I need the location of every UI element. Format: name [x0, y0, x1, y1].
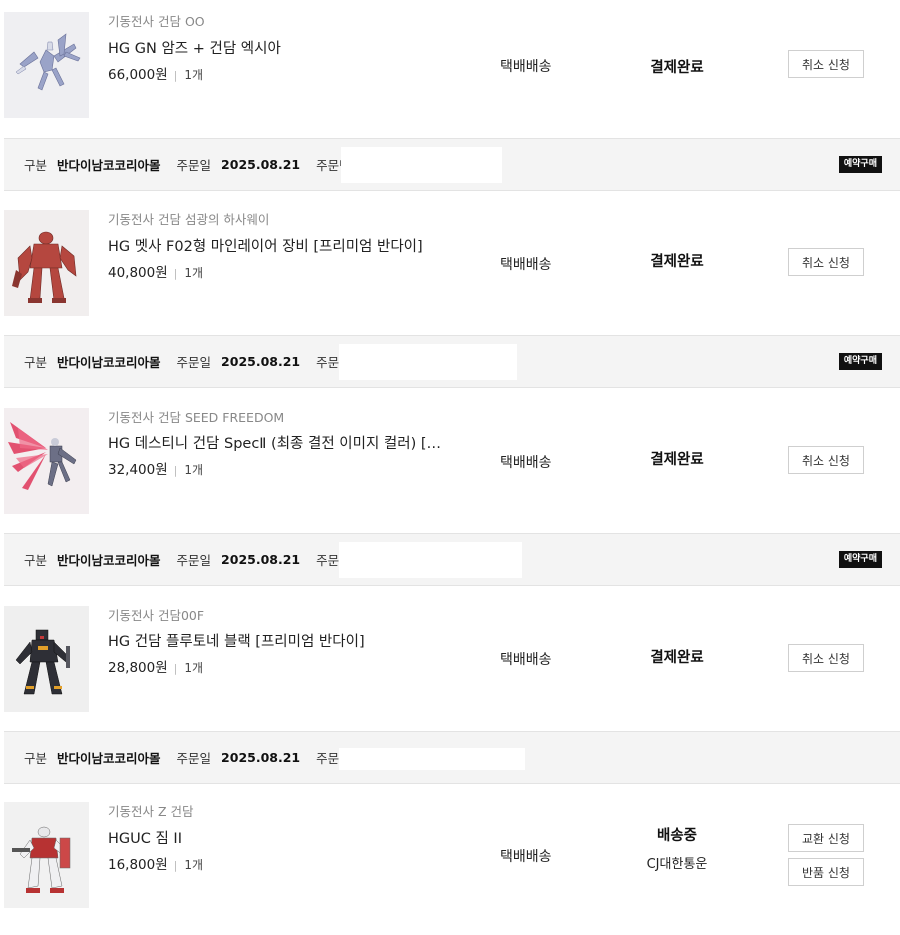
- order-info-row: 구분 반다이남코코리아몰 주문일 2025.08.21 주문번호: [24, 336, 372, 387]
- product-quantity: 1개: [184, 266, 204, 280]
- order-header: 구분 반다이남코코리아몰 주문일 2025.08.21 주문번호: [4, 731, 900, 784]
- product-quantity: 1개: [184, 661, 204, 675]
- shipping-method: 택배배송: [500, 257, 552, 273]
- order-number-redacted: [341, 147, 502, 183]
- reserve-purchase-badge: 예약구매: [838, 551, 882, 568]
- gundam-exia-thumb-icon[interactable]: [4, 12, 89, 118]
- order-number-redacted: [339, 748, 525, 770]
- product-price: 28,800원: [108, 660, 168, 676]
- division-value: 반다이남코코리아몰: [57, 751, 161, 766]
- order-date-value: 2025.08.21: [221, 552, 301, 567]
- product-price-line: 32,400원 | 1개: [108, 458, 203, 478]
- courier-name: CJ대한통운: [646, 857, 708, 872]
- order-info-row: 구분 반다이남코코리아몰 주문일 2025.08.21 주문번호: [24, 534, 372, 585]
- reserve-purchase-badge: 예약구매: [838, 156, 882, 173]
- cancel-request-button[interactable]: 취소 신청: [788, 248, 864, 276]
- plutone-black-thumb-icon[interactable]: [4, 606, 89, 712]
- product-price-line: 28,800원 | 1개: [108, 656, 203, 676]
- order-date-value: 2025.08.21: [221, 750, 301, 765]
- product-name[interactable]: HG 건담 플루토네 블랙 [프리미엄 반다이]: [108, 630, 365, 651]
- order-date-label: 주문일: [176, 553, 212, 568]
- exchange-request-button[interactable]: 교환 신청: [788, 824, 864, 852]
- order-status: 결제완료: [650, 650, 704, 666]
- price-separator: |: [173, 464, 178, 477]
- order-info-row: 구분 반다이남코코리아몰 주문일 2025.08.21 주문번호: [24, 732, 372, 783]
- destiny-specii-thumb-icon[interactable]: [4, 408, 89, 514]
- product-name[interactable]: HGUC 짐 II: [108, 827, 182, 848]
- product-price: 16,800원: [108, 857, 168, 873]
- product-quantity: 1개: [184, 463, 204, 477]
- division-label: 구분: [24, 553, 48, 568]
- cancel-request-button[interactable]: 취소 신청: [788, 644, 864, 672]
- product-price: 32,400원: [108, 462, 168, 478]
- order-item: 기동전사 건담 섬광의 하사웨이 HG 멧사 F02형 마인레이어 장비 [프리…: [0, 198, 900, 343]
- product-price-line: 16,800원 | 1개: [108, 853, 203, 873]
- product-name[interactable]: HG 데스티니 건담 SpecⅡ (최종 결전 이미지 컬러) […: [108, 432, 441, 453]
- order-item: 기동전사 Z 건담 HGUC 짐 II 16,800원 | 1개 택배배송 배송중 …: [0, 790, 900, 935]
- product-price-line: 66,000원 | 1개: [108, 63, 203, 83]
- price-separator: |: [173, 662, 178, 675]
- order-item: 기동전사 건담 OO HG GN 암즈 + 건담 엑시아 66,000원 | 1개 …: [0, 0, 900, 145]
- price-separator: |: [173, 69, 178, 82]
- division-value: 반다이남코코리아몰: [57, 355, 161, 370]
- gm-ii-thumb-icon[interactable]: [4, 802, 89, 908]
- order-date-label: 주문일: [176, 355, 212, 370]
- reserve-purchase-badge: 예약구매: [838, 353, 882, 370]
- division-value: 반다이남코코리아몰: [57, 158, 161, 173]
- product-quantity: 1개: [184, 68, 204, 82]
- messer-f02-thumb-icon[interactable]: [4, 210, 89, 316]
- order-number-redacted: [339, 542, 522, 578]
- order-status: 결제완료: [650, 452, 704, 468]
- return-request-button[interactable]: 반품 신청: [788, 858, 864, 886]
- order-date-value: 2025.08.21: [221, 157, 301, 172]
- product-price-line: 40,800원 | 1개: [108, 261, 203, 281]
- order-item: 기동전사 건담00F HG 건담 플루토네 블랙 [프리미엄 반다이] 28,8…: [0, 594, 900, 739]
- division-label: 구분: [24, 355, 48, 370]
- product-price: 66,000원: [108, 67, 168, 83]
- order-date-value: 2025.08.21: [221, 354, 301, 369]
- order-info-row: 구분 반다이남코코리아몰 주문일 2025.08.21 주문번호: [24, 139, 372, 190]
- order-status: 결제완료: [650, 254, 704, 270]
- division-label: 구분: [24, 158, 48, 173]
- product-series: 기동전사 Z 건담: [108, 804, 194, 819]
- division-value: 반다이남코코리아몰: [57, 553, 161, 568]
- order-item: 기동전사 건담 SEED FREEDOM HG 데스티니 건담 SpecⅡ (최…: [0, 396, 900, 541]
- order-header: 구분 반다이남코코리아몰 주문일 2025.08.21 주문번호 예약구매: [4, 335, 900, 388]
- product-name[interactable]: HG 멧사 F02형 마인레이어 장비 [프리미엄 반다이]: [108, 235, 423, 256]
- order-header: 구분 반다이남코코리아몰 주문일 2025.08.21 주문번호 예약구매: [4, 533, 900, 586]
- product-series: 기동전사 건담 OO: [108, 14, 205, 29]
- cancel-request-button[interactable]: 취소 신청: [788, 50, 864, 78]
- product-series: 기동전사 건담 섬광의 하사웨이: [108, 212, 270, 227]
- shipping-method: 택배배송: [500, 59, 552, 75]
- product-name[interactable]: HG GN 암즈 + 건담 엑시아: [108, 37, 281, 58]
- product-price: 40,800원: [108, 265, 168, 281]
- price-separator: |: [173, 859, 178, 872]
- order-status: 배송중: [656, 828, 698, 844]
- order-date-label: 주문일: [176, 751, 212, 766]
- shipping-method: 택배배송: [500, 455, 552, 471]
- order-date-label: 주문일: [176, 158, 212, 173]
- division-label: 구분: [24, 751, 48, 766]
- shipping-method: 택배배송: [500, 652, 552, 668]
- product-series: 기동전사 건담00F: [108, 608, 205, 623]
- cancel-request-button[interactable]: 취소 신청: [788, 446, 864, 474]
- order-status: 결제완료: [650, 60, 704, 76]
- shipping-method: 택배배송: [500, 849, 552, 865]
- order-number-redacted: [339, 344, 517, 380]
- product-quantity: 1개: [184, 858, 204, 872]
- price-separator: |: [173, 267, 178, 280]
- product-series: 기동전사 건담 SEED FREEDOM: [108, 410, 285, 425]
- order-header: 구분 반다이남코코리아몰 주문일 2025.08.21 주문번호 예약구매: [4, 138, 900, 191]
